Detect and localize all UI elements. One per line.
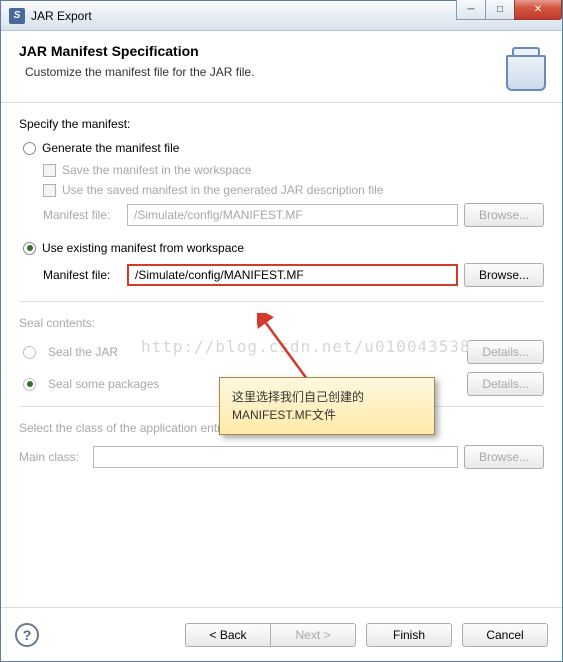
existing-manifest-file-row: Manifest file: Browse... [43,263,544,287]
radio-icon [23,346,36,359]
seal-jar-label: Seal the JAR [48,345,118,359]
radio-icon [23,142,36,155]
cancel-button[interactable]: Cancel [462,623,548,647]
seal-packages-label: Seal some packages [48,377,159,391]
footer-buttons: < Back Next > Finish Cancel [185,623,548,647]
separator [19,301,544,302]
finish-button[interactable]: Finish [366,623,452,647]
use-existing-manifest-label: Use existing manifest from workspace [42,241,244,255]
window-controls: ─ □ ✕ [457,0,562,20]
generate-manifest-file-row: Manifest file: Browse... [43,203,544,227]
checkbox-icon [43,164,56,177]
browse-button[interactable]: Browse... [464,263,544,287]
manifest-file-label: Manifest file: [43,268,121,282]
main-class-label: Main class: [19,450,87,464]
specify-manifest-label: Specify the manifest: [19,117,544,131]
dialog-window: S JAR Export ─ □ ✕ JAR Manifest Specific… [0,0,563,662]
minimize-button[interactable]: ─ [456,0,486,20]
checkbox-icon [43,184,56,197]
generate-manifest-label: Generate the manifest file [42,141,179,155]
seal-contents-label: Seal contents: [19,316,544,330]
next-button[interactable]: Next > [270,623,356,647]
annotation-callout: 这里选择我们自己创建的MANIFEST.MF文件 [219,377,435,435]
dialog-content: Specify the manifest: Generate the manif… [1,103,562,495]
browse-button[interactable]: Browse... [464,203,544,227]
main-class-row: Main class: Browse... [19,445,544,469]
dialog-header: JAR Manifest Specification Customize the… [1,31,562,103]
app-icon: S [9,8,25,24]
help-icon[interactable]: ? [15,623,39,647]
back-button[interactable]: < Back [185,623,271,647]
jar-icon [504,41,548,91]
window-title: JAR Export [31,9,92,23]
page-subtitle: Customize the manifest file for the JAR … [25,65,544,79]
browse-button[interactable]: Browse... [464,445,544,469]
details-button[interactable]: Details... [467,372,544,396]
use-saved-manifest-checkbox-row[interactable]: Use the saved manifest in the generated … [19,183,544,197]
titlebar: S JAR Export ─ □ ✕ [1,1,562,31]
use-existing-manifest-radio-row[interactable]: Use existing manifest from workspace [19,241,544,255]
dialog-footer: ? < Back Next > Finish Cancel [1,607,562,661]
generate-manifest-radio-row[interactable]: Generate the manifest file [19,141,544,155]
use-saved-manifest-label: Use the saved manifest in the generated … [62,183,384,197]
save-manifest-label: Save the manifest in the workspace [62,163,251,177]
radio-icon [23,378,36,391]
manifest-file-label: Manifest file: [43,208,121,222]
save-manifest-checkbox-row[interactable]: Save the manifest in the workspace [19,163,544,177]
maximize-button[interactable]: □ [485,0,515,20]
generate-manifest-file-input[interactable] [127,204,458,226]
close-button[interactable]: ✕ [514,0,562,20]
seal-jar-row: Seal the JAR Details... [19,340,544,364]
main-class-input[interactable] [93,446,458,468]
radio-icon [23,242,36,255]
page-title: JAR Manifest Specification [19,43,544,59]
details-button[interactable]: Details... [467,340,544,364]
existing-manifest-file-input[interactable] [127,264,458,286]
